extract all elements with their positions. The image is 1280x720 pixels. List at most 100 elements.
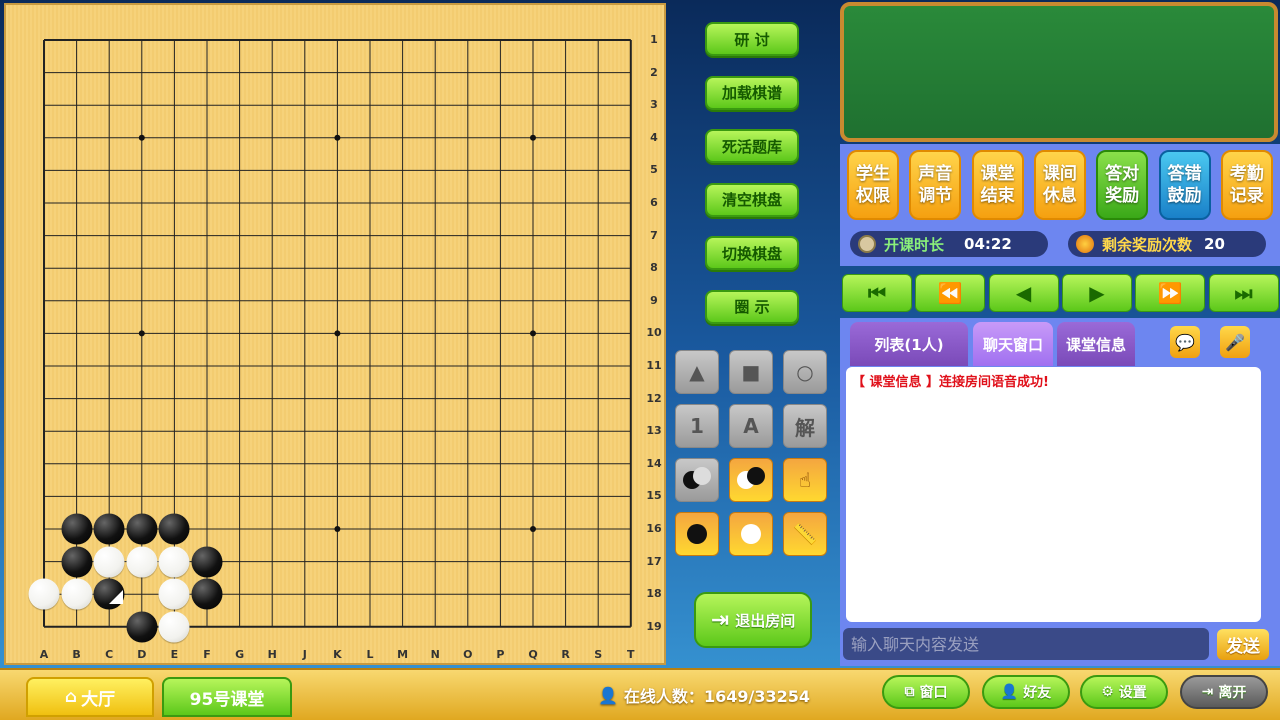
black-stone [158,513,190,545]
chat-input[interactable] [843,628,1209,660]
chat-message: 【 课堂信息 】连接房间语音成功! [852,375,1049,390]
column-label: D [137,648,147,661]
black-stone [126,513,158,545]
column-label: O [463,648,473,661]
column-label: M [397,648,409,661]
column-label: L [366,648,374,661]
black-stone [61,513,93,545]
white-stone [158,611,190,643]
window-button[interactable]: ⧉ 窗口 [882,675,970,709]
tab-2[interactable]: 课堂信息 [1057,322,1135,366]
chat-log: 【 课堂信息 】连接房间语音成功! [846,367,1261,622]
side-button-3[interactable]: 清空棋盘 [705,182,799,217]
triangle-icon[interactable]: ▲ [675,350,719,394]
white-stone [28,578,60,610]
function-button-4[interactable]: 答对 奖励 [1096,150,1149,220]
row-label: 9 [650,293,658,307]
black-stone [126,611,158,643]
function-button-2[interactable]: 课堂 结束 [971,150,1024,220]
letter-a-icon[interactable]: A [729,404,773,448]
row-label: 18 [646,587,662,601]
microphone-icon[interactable]: 🎤 [1220,326,1250,358]
chat-bubble-icon[interactable]: 💬 [1170,326,1200,358]
rewind-icon[interactable]: ⏪ [915,274,986,312]
room-tab[interactable]: 95号课堂 [162,677,292,717]
ruler-icon[interactable]: 📏 [783,512,827,556]
star-point [334,526,341,532]
user-icon: 👤 [598,685,618,705]
settings-button[interactable]: ⚙ 设置 [1080,675,1168,709]
window-icon: ⧉ [904,684,915,700]
column-label: N [430,648,440,661]
tab-0[interactable]: 列表(1人) [850,322,968,366]
medal-icon [1076,235,1094,253]
white-stone-icon[interactable] [729,512,773,556]
hand-5-icon[interactable]: ☝ [783,458,827,502]
send-button[interactable]: 发送 [1217,629,1269,660]
rewards-remaining-display: 剩余奖励次数 20 [1068,231,1266,257]
side-button-4[interactable]: 切换棋盘 [705,236,799,270]
class-time-display: 开课时长 04:22 [850,231,1048,257]
row-label: 14 [646,456,662,470]
clock-icon [858,235,876,253]
function-button-3[interactable]: 课间 休息 [1033,150,1086,220]
first-move-icon[interactable]: ⏮ [842,274,912,312]
row-label: 17 [646,554,662,568]
white-stone [158,578,190,610]
tab-1[interactable]: 聊天窗口 [973,322,1053,366]
column-label: J [302,648,307,661]
row-label: 7 [650,228,658,242]
star-point [334,134,341,141]
function-button-1[interactable]: 声音 调节 [909,150,962,220]
white-stone [126,546,158,578]
black-stone [191,578,223,610]
row-label: 1 [650,33,658,46]
white-stone [158,546,190,578]
exit-room-button[interactable]: ⇥ 退出房间 [694,592,812,648]
column-label: C [105,648,114,661]
column-label: G [235,648,245,661]
solve-icon[interactable]: 解 [783,404,827,448]
door-exit-icon: ⇥ [710,607,730,633]
prev-move-icon[interactable]: ◀ [988,274,1059,312]
friends-button[interactable]: 👤 好友 [982,675,1070,709]
function-button-5[interactable]: 答错 鼓励 [1158,150,1211,220]
blackboard-area [840,2,1278,142]
row-label: 5 [650,163,658,177]
black-stone [93,513,125,545]
function-button-6[interactable]: 考勤 记录 [1220,150,1273,220]
number-1-icon[interactable]: 1 [675,404,719,448]
side-button-0[interactable]: 研 讨 [705,22,799,56]
column-label: B [72,648,81,661]
leave-button[interactable]: ⇥ 离开 [1180,675,1268,709]
exit-icon: ⇥ [1201,684,1214,700]
row-label: 2 [650,65,658,79]
alternate-white-first-icon[interactable] [729,458,773,502]
function-button-0[interactable]: 学生 权限 [847,150,899,220]
row-label: 12 [646,391,662,405]
go-board[interactable]: A B C D E F G H J K L M N O P Q R S T 1 2 3 4 5 6 7 8 9 10 11 12 13 14 15… [4,3,666,665]
row-label: 19 [646,619,662,633]
star-point [530,526,536,532]
fast-forward-icon[interactable]: ⏩ [1135,274,1206,312]
column-label: T [627,648,635,661]
alternate-black-first-icon[interactable] [675,458,719,502]
last-move-marker [109,590,124,605]
row-label: 3 [650,98,658,112]
side-button-1[interactable]: 加载棋谱 [705,75,799,110]
hall-tab[interactable]: ⌂ 大厅 [26,677,154,717]
column-label: H [267,648,277,661]
friend-icon: 👤 [1000,684,1019,700]
side-button-2[interactable]: 死活题库 [705,129,799,163]
black-stone-icon[interactable] [675,512,719,556]
home-icon: ⌂ [64,687,78,707]
side-button-5[interactable]: 圈 示 [705,289,799,324]
column-label: E [170,648,179,661]
column-label: R [561,648,570,661]
row-label: 4 [650,130,658,144]
star-point [138,134,145,141]
square-icon[interactable]: ■ [729,350,773,394]
next-move-icon[interactable]: ▶ [1061,274,1132,312]
last-move-icon[interactable]: ⏭ [1208,274,1279,312]
circle-icon[interactable]: ○ [783,350,827,394]
